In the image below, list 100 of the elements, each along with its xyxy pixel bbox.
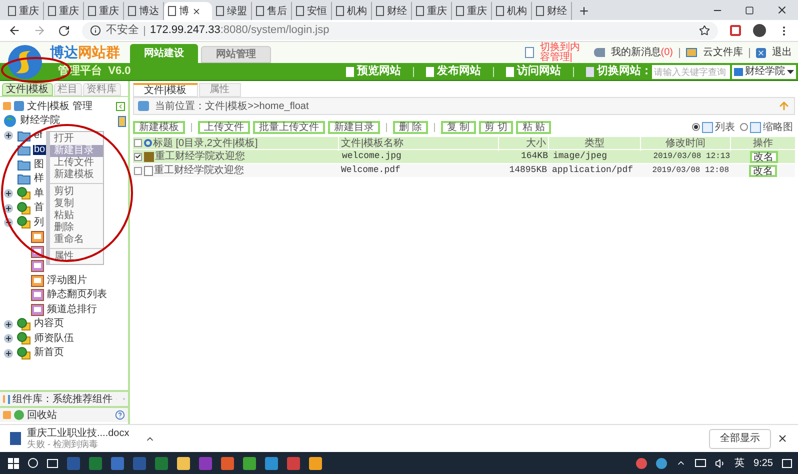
tree-root[interactable]: 财经学院 — [20, 116, 60, 126]
select-all-checkbox[interactable] — [134, 139, 142, 147]
profile-icon[interactable] — [753, 24, 766, 37]
app-icon[interactable] — [309, 456, 322, 470]
collapse-toggle[interactable] — [4, 218, 13, 228]
toolbar-button[interactable]: 剪 切 — [478, 120, 514, 134]
toolbar-button[interactable]: 删 除 — [393, 120, 428, 134]
app-icon[interactable] — [265, 456, 278, 470]
table-cell-text: 重工财经学院欢迎您 — [155, 150, 246, 164]
menu-item[interactable]: 剪切 — [50, 186, 103, 198]
star-icon[interactable] — [699, 25, 710, 36]
logout-link[interactable]: 退出 — [772, 45, 792, 60]
menu-item[interactable]: 粘贴 — [50, 210, 103, 222]
rename-button[interactable]: 改名 — [749, 164, 777, 176]
url-text: 172.99.247.33:8080/system/login.jsp — [150, 23, 330, 38]
template-icon — [31, 274, 44, 287]
tree-item[interactable]: 样 — [33, 174, 45, 184]
toolbar-button[interactable]: 新建模板 — [133, 120, 185, 134]
refresh-icon[interactable] — [144, 139, 152, 147]
panel-tab[interactable]: 文件|模板 — [2, 83, 53, 96]
expand-toggle[interactable] — [4, 348, 13, 358]
table-cell-text: application/pdf — [551, 164, 634, 177]
new-tab-icon[interactable] — [578, 5, 590, 17]
menu-item[interactable]: 复制 — [50, 198, 103, 210]
tree-item[interactable]: bo — [33, 145, 46, 156]
menu-item[interactable]: 新建模板 — [50, 169, 103, 181]
toolbar-button[interactable]: 批量上传文件 — [253, 120, 325, 134]
tree-item[interactable]: 静态翻页列表 — [46, 290, 108, 300]
menu-item[interactable]: 属性 — [50, 251, 103, 263]
page-icon — [586, 66, 594, 76]
site-search-field[interactable]: 请输入关键字查询 — [652, 64, 730, 78]
tree-item[interactable]: 浮动图片 — [46, 276, 88, 286]
expand-toggle[interactable] — [4, 189, 13, 198]
expand-toggle[interactable] — [4, 334, 13, 344]
view-radio[interactable] — [692, 123, 700, 131]
volume-icon[interactable] — [714, 458, 726, 468]
app-icon[interactable] — [177, 456, 190, 470]
menu-item[interactable]: 重命名 — [50, 234, 103, 246]
tree-item[interactable]: 首 — [33, 203, 45, 214]
browser-tab[interactable]: 博 — [164, 2, 212, 20]
toolbar-button[interactable]: 复 制 — [440, 120, 476, 134]
row-checkbox[interactable] — [134, 166, 142, 174]
cloud-files-link[interactable]: 云文件库 — [703, 45, 743, 60]
address-bar[interactable]: 不安全 172.99.247.33:8080/system/login.jsp — [82, 22, 718, 40]
view-label[interactable]: 缩略图 — [763, 120, 793, 134]
clock[interactable]: 9:25 — [754, 456, 773, 470]
menu-item[interactable]: 上传文件 — [50, 157, 103, 169]
page-icon — [506, 66, 514, 76]
show-all-button[interactable]: 全部显示 — [709, 428, 771, 448]
menu-item[interactable]: 打开 — [50, 133, 103, 145]
table-cell-text: welcome.jpg — [341, 150, 402, 163]
page-icon — [456, 6, 464, 16]
tab-title: 机构 — [347, 4, 367, 18]
row-checkbox[interactable] — [134, 152, 142, 160]
network-icon[interactable] — [694, 459, 706, 467]
tab-title: 售后 — [267, 4, 287, 18]
ime-indicator[interactable]: 英 — [734, 456, 745, 470]
messages-link[interactable]: 我的新消息(0) — [610, 45, 673, 60]
task-view-icon[interactable] — [47, 458, 58, 468]
app-icon[interactable] — [243, 456, 256, 470]
site-select[interactable]: 财经学院 — [732, 64, 796, 78]
toolbar-button[interactable]: 粘 贴 — [516, 120, 552, 134]
notification-icon[interactable] — [782, 458, 792, 468]
content-tab[interactable]: 文件|模板 — [133, 83, 198, 97]
tab-title: 安恒 — [307, 4, 327, 18]
search-icon[interactable] — [28, 458, 38, 468]
page-icon — [536, 6, 544, 16]
tree-item[interactable]: 新首页 — [33, 348, 65, 358]
tree-item[interactable]: 单 — [33, 188, 45, 199]
close-icon[interactable] — [777, 433, 788, 444]
back-icon[interactable] — [8, 24, 21, 37]
tree-item[interactable]: 频道总排行 — [46, 304, 98, 315]
book-icon — [118, 116, 126, 127]
tab-title: 绿盟 — [227, 4, 247, 18]
rename-button[interactable]: 改名 — [750, 150, 778, 162]
view-radio[interactable] — [740, 123, 748, 131]
app-icon[interactable] — [221, 456, 234, 470]
close-icon[interactable] — [192, 6, 201, 16]
reload-icon[interactable] — [58, 24, 70, 36]
toolbar-button[interactable]: 新建目录 — [328, 120, 380, 134]
expand-toggle[interactable] — [4, 204, 13, 213]
collapse-icon[interactable] — [116, 102, 125, 110]
tree-item[interactable]: 师资队伍 — [33, 334, 75, 344]
restore-icon[interactable] — [745, 6, 754, 15]
view-label[interactable]: 列表 — [715, 120, 735, 134]
expand-toggle[interactable] — [4, 131, 13, 140]
globe-icon — [17, 187, 31, 200]
tray-icon[interactable] — [636, 458, 647, 468]
tab-title: 重庆 — [467, 4, 487, 18]
tree-item[interactable]: 内容页 — [33, 319, 65, 330]
close-icon[interactable] — [776, 4, 788, 16]
start-icon[interactable] — [8, 458, 19, 468]
expand-toggle[interactable] — [4, 320, 13, 329]
menu-item[interactable]: 删除 — [50, 222, 103, 234]
tree-item[interactable]: 图 — [33, 160, 45, 170]
tab-title: 博 — [179, 4, 189, 18]
toolbar-button[interactable]: 上传文件 — [198, 120, 250, 134]
tree-item[interactable]: 列 — [33, 218, 45, 228]
extension-icon[interactable] — [730, 25, 741, 36]
tray-icon[interactable] — [656, 458, 667, 468]
